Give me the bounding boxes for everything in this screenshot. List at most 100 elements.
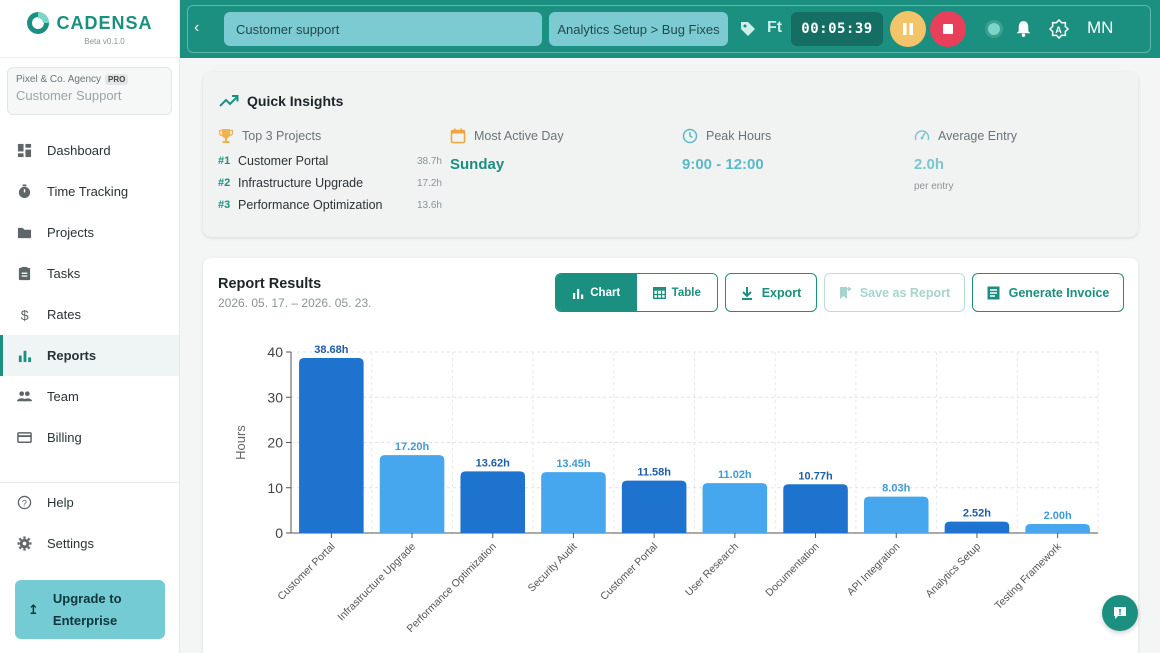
- upgrade-line1: Upgrade to: [52, 590, 122, 606]
- x-tick-label: User Research: [683, 541, 741, 599]
- generate-invoice-button[interactable]: Generate Invoice: [972, 273, 1124, 312]
- plan-badge: PRO: [105, 74, 129, 85]
- sidebar-item-label: Tasks: [47, 266, 81, 281]
- stop-button[interactable]: [930, 11, 966, 47]
- svg-text:A: A: [1055, 25, 1062, 35]
- export-label: Export: [761, 285, 802, 300]
- most-active-day-label: Most Active Day: [474, 129, 564, 143]
- upgrade-button[interactable]: ↥ Upgrade to Enterprise: [15, 580, 165, 639]
- sidebar-item-label: Billing: [47, 430, 82, 445]
- card-icon: [17, 432, 32, 443]
- pause-icon: [903, 23, 913, 35]
- y-tick-label: 10: [267, 480, 283, 496]
- accessibility-icon[interactable]: A: [1049, 19, 1069, 39]
- workspace-name: Customer Support: [16, 88, 122, 103]
- table-view-button[interactable]: Table: [636, 274, 717, 311]
- hours-bar-chart: 0 10 20 30 40 Hours 38.68h Customer Portal 17.20…: [233, 344, 1099, 635]
- project-name: Performance Optimization: [238, 198, 383, 212]
- y-tick-label: 0: [275, 525, 283, 541]
- bar: [863, 496, 929, 533]
- chat-icon: [1114, 607, 1126, 619]
- project-rank: #3: [218, 199, 231, 211]
- feedback-button[interactable]: [1102, 595, 1138, 631]
- report-results-card: Report Results 2026. 05. 17. – 2026. 05.…: [203, 258, 1138, 653]
- bar: [702, 483, 768, 533]
- view-toggle: Chart Table: [555, 273, 718, 312]
- save-as-report-label: Save as Report: [859, 285, 951, 300]
- svg-text:?: ?: [22, 498, 27, 508]
- top-projects-label: Top 3 Projects: [242, 129, 322, 143]
- average-entry-note: per entry: [914, 181, 954, 192]
- sidebar-item-dashboard[interactable]: Dashboard: [0, 130, 179, 171]
- bar: [1025, 523, 1090, 533]
- quick-insights-card: Quick Insights Top 3 Projects #1 Custome…: [203, 72, 1138, 237]
- x-tick-label: Infrastructure Upgrade: [335, 541, 418, 624]
- trending-up-icon: [219, 95, 239, 107]
- tag-abbrev[interactable]: Ft: [767, 19, 782, 37]
- x-tick-label: Customer Portal: [275, 541, 337, 603]
- export-button[interactable]: Export: [725, 273, 817, 312]
- project-rank: #1: [218, 155, 231, 167]
- stop-icon: [943, 24, 953, 34]
- data-label: 13.45h: [556, 458, 591, 470]
- org-switcher[interactable]: Pixel & Co. Agency PRO Customer Support: [7, 67, 172, 115]
- logo[interactable]: CADENSA Beta v0.1.0: [0, 0, 179, 58]
- sidebar-item-billing[interactable]: Billing: [0, 417, 179, 458]
- sidebar-item-settings[interactable]: Settings: [0, 523, 179, 564]
- sidebar-item-time-tracking[interactable]: Time Tracking: [0, 171, 179, 212]
- sidebar-item-tasks[interactable]: Tasks: [0, 253, 179, 294]
- sidebar-item-projects[interactable]: Projects: [0, 212, 179, 253]
- project-selector[interactable]: Analytics Setup > Bug Fixes: [549, 12, 728, 46]
- sidebar-item-reports[interactable]: Reports: [0, 335, 179, 376]
- app-version: Beta v0.1.0: [84, 37, 125, 46]
- folder-icon: [17, 227, 32, 239]
- bar: [299, 357, 364, 533]
- x-tick-label: Performance Optimization: [405, 541, 499, 635]
- y-tick-label: 40: [267, 344, 283, 360]
- cadensa-logo-icon: [27, 12, 50, 34]
- elapsed-timer: 00:05:39: [791, 12, 883, 46]
- dollar-icon: $: [21, 307, 29, 322]
- project-hours: 13.6h: [416, 199, 442, 211]
- peak-hours-value: 9:00 - 12:00: [682, 156, 764, 173]
- org-name: Pixel & Co. Agency: [16, 74, 102, 85]
- pause-button[interactable]: [890, 11, 926, 47]
- bar-chart-icon: [573, 288, 584, 299]
- data-label: 2.00h: [1044, 510, 1072, 522]
- sidebar-item-label: Projects: [47, 225, 94, 240]
- bell-icon[interactable]: [1015, 20, 1032, 37]
- save-as-report-button[interactable]: Save as Report: [824, 273, 965, 312]
- x-tick-label: Customer Portal: [598, 541, 660, 603]
- sidebar-item-team[interactable]: Team: [0, 376, 179, 417]
- y-axis-label: Hours: [233, 425, 248, 460]
- sidebar: CADENSA Beta v0.1.0 Pixel & Co. Agency P…: [0, 0, 180, 653]
- sidebar-item-label: Rates: [47, 307, 81, 322]
- tag-icon[interactable]: [740, 21, 756, 37]
- download-icon: [741, 286, 752, 300]
- data-label: 17.20h: [395, 441, 430, 453]
- project-rank: #2: [218, 177, 231, 189]
- chart-view-button[interactable]: Chart: [556, 274, 637, 311]
- calendar-icon: [450, 128, 466, 144]
- sidebar-item-help[interactable]: ? Help: [0, 482, 179, 523]
- top-project-row[interactable]: #2 Infrastructure Upgrade 17.2h: [218, 172, 442, 194]
- project-name: Infrastructure Upgrade: [238, 176, 364, 190]
- average-entry-label: Average Entry: [938, 129, 1017, 143]
- generate-invoice-label: Generate Invoice: [1008, 285, 1110, 300]
- timer-icon: [18, 184, 31, 199]
- chart-view-label: Chart: [590, 286, 621, 299]
- top-project-row[interactable]: #3 Performance Optimization 13.6h: [218, 194, 442, 216]
- sidebar-item-rates[interactable]: $ Rates: [0, 294, 179, 335]
- data-label: 8.03h: [882, 483, 910, 495]
- top-project-row[interactable]: #1 Customer Portal 38.7h: [218, 150, 442, 172]
- bar: [944, 521, 1010, 533]
- upgrade-arrow-icon: ↥: [28, 601, 39, 617]
- user-avatar[interactable]: MN: [1087, 18, 1113, 38]
- collapse-chevron-icon[interactable]: ‹: [194, 19, 208, 37]
- y-tick-label: 20: [267, 435, 283, 451]
- project-hours: 17.2h: [416, 177, 442, 189]
- description-input[interactable]: [224, 12, 542, 46]
- clipboard-icon: [18, 266, 31, 281]
- sidebar-item-label: Team: [47, 389, 79, 404]
- x-tick-label: Documentation: [763, 541, 822, 600]
